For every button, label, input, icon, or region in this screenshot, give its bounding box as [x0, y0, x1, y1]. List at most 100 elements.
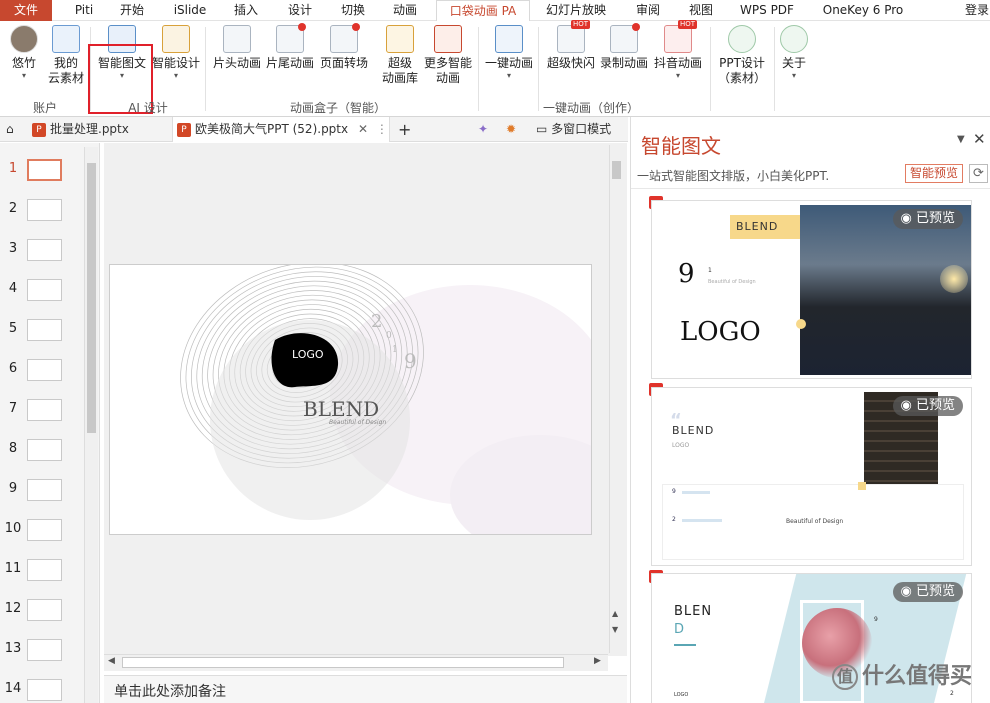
super-flash-label: 超级快闪	[546, 56, 595, 70]
notification-dot	[352, 23, 360, 31]
ppt-design-button[interactable]: PPT设计 （素材）	[714, 25, 770, 86]
tab-review[interactable]: 审阅	[628, 0, 668, 21]
tab-pocket-animation[interactable]: 口袋动画 PA	[436, 0, 530, 22]
super-animation-library-button[interactable]: 超级 动画库	[378, 25, 422, 86]
user-button[interactable]: 悠竹 ▾	[6, 25, 42, 81]
previewed-badge[interactable]: ◉ 已预览	[892, 209, 963, 229]
monkey-icon: HOT	[664, 20, 697, 53]
close-icon[interactable]: ✕	[973, 130, 986, 148]
doc-tab-batch[interactable]: P 批量处理.pptx	[32, 117, 168, 142]
outro-animation-button[interactable]: 片尾动画	[264, 23, 316, 71]
tab-slideshow[interactable]: 幻灯片放映	[540, 0, 612, 21]
slide-thumbnail-pane: 1 2 3 4 5 6 7 8 9 10 11 12 13 14	[0, 143, 100, 703]
scroll-down-icon[interactable]: ▼	[612, 625, 618, 634]
scroll-thumb[interactable]	[87, 163, 96, 433]
magic-wand-icon	[495, 25, 523, 53]
smart-preview-button[interactable]: 智能预览	[905, 164, 963, 183]
group-divider	[774, 27, 775, 111]
slide-thumbnail[interactable]: 14	[0, 677, 82, 703]
scroll-thumb[interactable]	[612, 161, 621, 179]
tab-piti[interactable]: Piti	[64, 0, 104, 21]
slide-thumbnail[interactable]: 9	[0, 477, 82, 507]
slide-year-digit: 2	[371, 311, 383, 332]
tab-animation[interactable]: 动画	[385, 0, 425, 21]
tab-wps-pdf[interactable]: WPS PDF	[737, 0, 797, 21]
slide-preview	[27, 639, 62, 661]
more-smart-animation-button[interactable]: 更多智能 动画	[422, 25, 474, 86]
refresh-icon[interactable]: ⟳	[969, 164, 988, 183]
more-animation-label: 更多智能 动画	[423, 56, 472, 85]
tab-file[interactable]: 文件	[0, 0, 52, 21]
previewed-label: 已预览	[915, 584, 955, 599]
slide-number: 9	[8, 481, 18, 496]
editor-vertical-scrollbar[interactable]: ▲ ▼	[609, 145, 623, 653]
super-flash-button[interactable]: HOT 超级快闪	[544, 20, 598, 71]
one-key-animation-button[interactable]: 一键动画 ▾	[484, 25, 534, 81]
intro-animation-button[interactable]: 片头动画	[210, 25, 264, 71]
tab-view[interactable]: 视图	[681, 0, 721, 21]
douyin-animation-button[interactable]: HOT 抖音动画 ▾	[651, 20, 705, 81]
scroll-right-icon[interactable]: ▶	[594, 656, 601, 666]
card-logo: LOGO	[680, 317, 761, 347]
new-tab-button[interactable]: +	[398, 117, 414, 142]
about-label: 关于	[781, 56, 806, 70]
watermark-logo-icon: 值	[832, 664, 858, 690]
tab-onekey[interactable]: OneKey 6 Pro	[815, 0, 911, 21]
home-icon[interactable]: ⌂	[6, 117, 24, 142]
tab-islide[interactable]: iSlide	[166, 0, 214, 21]
template-card-2[interactable]: “ BLEND LOGO 9 2 Beautiful of Design ◉ 已…	[651, 387, 972, 566]
close-icon[interactable]: ✕	[358, 122, 368, 136]
thumbnail-scrollbar[interactable]	[84, 147, 98, 703]
editor-horizontal-scrollbar[interactable]: ◀ ▶	[104, 654, 608, 671]
slide-thumbnail[interactable]: 10	[0, 517, 82, 547]
panel-menu-icon[interactable]: ▼	[957, 134, 965, 145]
more-icon[interactable]: ⋮	[376, 122, 388, 136]
previewed-label: 已预览	[915, 398, 955, 413]
slide-preview	[27, 399, 62, 421]
slide-year-digit: 0	[386, 331, 392, 341]
cloud-assets-button[interactable]: 我的 云素材	[44, 25, 88, 86]
smart-design-button[interactable]: 智能设计 ▾	[151, 25, 201, 81]
douyin-label: 抖音动画	[653, 56, 702, 70]
slide-thumbnail[interactable]: 5	[0, 317, 82, 347]
gear-icon[interactable]: ✹	[506, 117, 520, 142]
scroll-left-icon[interactable]: ◀	[108, 656, 115, 666]
slide-number: 14	[4, 681, 22, 696]
slide-thumbnail[interactable]: 2	[0, 197, 82, 227]
about-button[interactable]: 关于 ▾	[778, 25, 810, 81]
window-icon: ▭	[536, 122, 548, 136]
slide-thumbnail[interactable]: 12	[0, 597, 82, 627]
previewed-badge[interactable]: ◉ 已预览	[892, 582, 963, 602]
tab-insert[interactable]: 插入	[226, 0, 266, 21]
slide-thumbnail[interactable]: 13	[0, 637, 82, 667]
slide-thumbnail[interactable]: 1	[0, 157, 82, 187]
page-transition-button[interactable]: 页面转场	[317, 23, 371, 71]
scroll-thumb[interactable]	[122, 657, 564, 668]
previewed-badge[interactable]: ◉ 已预览	[892, 396, 963, 416]
group-ai-label: AI 设计	[128, 101, 168, 115]
slide-thumbnail[interactable]: 6	[0, 357, 82, 387]
tab-design[interactable]: 设计	[280, 0, 320, 21]
divider	[631, 188, 990, 189]
card-number: 9	[874, 616, 878, 623]
template-card-1[interactable]: BLEND 9 1 Beautiful of Design LOGO ◉ 已预览	[651, 200, 972, 379]
slide-thumbnail[interactable]: 4	[0, 277, 82, 307]
card-tag: BLEND	[736, 220, 779, 233]
multi-window-button[interactable]: ▭ 多窗口模式	[536, 117, 622, 142]
bar-decoration	[682, 519, 722, 522]
slide-thumbnail[interactable]: 11	[0, 557, 82, 587]
slide-preview	[27, 359, 62, 381]
tab-login[interactable]: 登录	[964, 0, 990, 21]
puzzle-icon[interactable]: ✦	[478, 117, 492, 142]
slide-thumbnail[interactable]: 3	[0, 237, 82, 267]
notes-placeholder[interactable]: 单击此处添加备注	[104, 675, 627, 703]
slide-thumbnail[interactable]: 8	[0, 437, 82, 467]
tab-home[interactable]: 开始	[112, 0, 152, 21]
record-animation-button[interactable]: 录制动画	[598, 23, 650, 71]
slide-thumbnail[interactable]: 7	[0, 397, 82, 427]
scroll-up-icon[interactable]: ▲	[612, 609, 618, 618]
slide-canvas[interactable]: LOGO BLEND Beautiful of Design 2 0 1 9	[109, 264, 592, 535]
tab-transition[interactable]: 切换	[333, 0, 373, 21]
card-number: 9	[678, 259, 695, 289]
doc-tab-active[interactable]: P 欧美极简大气PPT (52).pptx ✕ ⋮	[172, 117, 390, 142]
